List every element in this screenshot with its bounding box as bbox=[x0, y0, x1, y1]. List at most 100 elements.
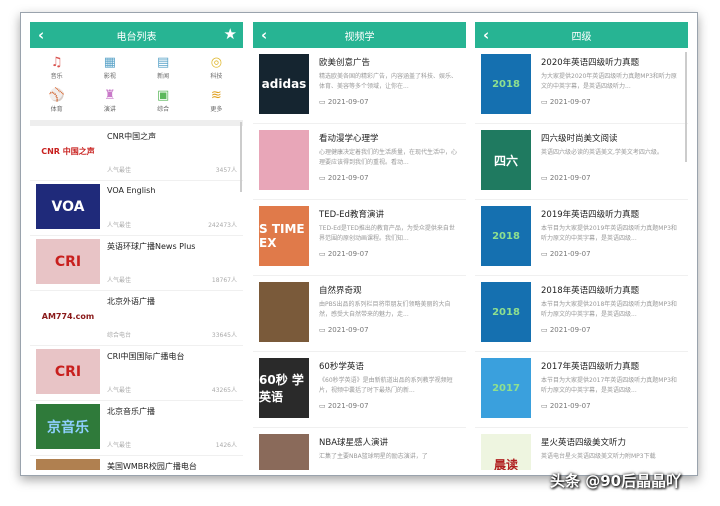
station-tag: 人气最佳 bbox=[107, 387, 132, 394]
album-cover: 四六 bbox=[481, 130, 531, 190]
station-logo: CRI bbox=[36, 239, 100, 284]
album-info: 2018年英语四级听力真题本节目为大家提供2018年英语四级听力真题MP3和听力… bbox=[531, 282, 682, 345]
date-text: 2021-09-07 bbox=[549, 402, 591, 410]
date-text: 2021-09-07 bbox=[549, 250, 591, 258]
station-info: 北京音乐广播 人气最佳 1426人 bbox=[100, 404, 237, 452]
category-2[interactable]: ▤ 新闻 bbox=[137, 54, 190, 87]
album-description: 《60秒学英语》是由新航道出品的系列教学视频短片，视频中囊括了时下最热门的新..… bbox=[319, 377, 453, 394]
station-title: 美国WMBR校园广播电台 bbox=[107, 462, 197, 470]
station-meta: 人气最佳 3457人 bbox=[107, 165, 237, 174]
station-meta: 人气最佳 43265人 bbox=[107, 385, 237, 394]
album-cover: 60秒 学英语 bbox=[259, 358, 309, 418]
album-item[interactable]: S TIME EX TED-Ed教育演讲 TED-Ed是TED推出的教育产品，为受众… bbox=[253, 200, 466, 276]
cover-text: 2018 bbox=[492, 230, 520, 242]
album-cover: adidas bbox=[259, 54, 309, 114]
album-item[interactable]: 自然界奇观 由PBS出品的系列栏目将带朋友们领略美丽的大自然，感受大自然带来的魅力… bbox=[253, 276, 466, 352]
category-label: 新闻 bbox=[157, 73, 170, 80]
album-description: 本节目为大家提供2019年英语四级听力真题MP3和听力原文的中英字幕，是英语四级… bbox=[541, 225, 677, 242]
station-logo: AM774.com bbox=[36, 294, 100, 339]
station-tag: 综合电台 bbox=[107, 332, 132, 339]
album-cover: 晨读 bbox=[481, 434, 531, 470]
album-item[interactable]: 晨读 星火英语四级美文听力 英语电台星火英语四级美文听力附MP3下载 bbox=[475, 428, 688, 470]
listener-count: 43265人 bbox=[211, 387, 237, 394]
date-text: 2021-09-07 bbox=[327, 250, 369, 258]
radio-list-screen: ‹ 电台列表 ★ ♫ 音乐 ▦ 影视 ▤ 新闻 ◎ 科技 ⚾ 体育 ♜ 演讲 ▣ 综合 ≋ 更多 CNR 中国… bbox=[30, 22, 243, 470]
album-title: 2018年英语四级听力真题 bbox=[541, 286, 640, 296]
album-title: 2020年英语四级听力真题 bbox=[541, 58, 640, 68]
page-title: 电台列表 bbox=[116, 31, 157, 43]
album-info: 2019年英语四级听力真题 本节目为大家提供2019年英语四级听力真题MP3和听力… bbox=[531, 206, 682, 269]
listener-count: 242473人 bbox=[208, 222, 237, 229]
calendar-icon: ▭ bbox=[319, 326, 328, 334]
album-date: ▭ 2021-09-07 bbox=[319, 326, 460, 334]
cover-text: 2018 bbox=[492, 306, 520, 318]
category-label: 影视 bbox=[103, 73, 116, 80]
album-item[interactable]: 2017 2017年英语四级听力真题 本节目为大家提供2017年英语四级听力真题MP… bbox=[475, 352, 688, 428]
back-icon[interactable]: ‹ bbox=[483, 26, 489, 44]
album-date: ▭ 2021-09-07 bbox=[319, 402, 460, 410]
album-info: 欧美创意广告 精选欧美各国的精彩广告，内容涵盖了科技、娱乐、体育、美容等多个领域，… bbox=[309, 54, 460, 117]
calendar-icon: ▭ bbox=[541, 326, 550, 334]
album-item[interactable]: 四六 四六级时尚美文阅读 英语四六级必读的英语美文,学美文考四六级。 ▭ 2021-0… bbox=[475, 124, 688, 200]
category-3[interactable]: ◎ 科技 bbox=[190, 54, 243, 87]
category-5[interactable]: ♜ 演讲 bbox=[83, 87, 136, 120]
album-item[interactable]: 看动漫学心理学 心理健康决定着我们的生活质量，在现代生活中，心理要应该得到我们的重… bbox=[253, 124, 466, 200]
date-text: 2021-09-07 bbox=[549, 326, 591, 334]
album-title: 四六级时尚美文阅读 bbox=[541, 134, 618, 144]
layers-icon: ≋ bbox=[210, 88, 222, 103]
album-info: 2020年英语四级听力真题 为大家提供2020年英语四级听力真题MP3和听力原文的… bbox=[531, 54, 682, 117]
station-item[interactable]: VOA VOA English 人气最佳 242473人 bbox=[30, 181, 243, 236]
album-item[interactable]: 60秒 学英语 60秒学英语 《60秒学英语》是由新航道出品的系列教学视频短片，视频… bbox=[253, 352, 466, 428]
album-info: 四六级时尚美文阅读 英语四六级必读的英语美文,学美文考四六级。 ▭ 2021-09-… bbox=[531, 130, 682, 193]
album-item[interactable]: 2018 2020年英语四级听力真题 为大家提供2020年英语四级听力真题MP3和听… bbox=[475, 48, 688, 124]
header: ‹ 视频学 bbox=[253, 22, 466, 48]
album-info: 自然界奇观 由PBS出品的系列栏目将带朋友们领略美丽的大自然，感受大自然带来的魅力… bbox=[309, 282, 460, 345]
film-icon: ▦ bbox=[103, 55, 117, 70]
station-meta: 综合电台 33645人 bbox=[107, 330, 237, 339]
category-4[interactable]: ⚾ 体育 bbox=[30, 87, 83, 120]
album-info: 星火英语四级美文听力 英语电台星火英语四级美文听力附MP3下载 bbox=[531, 434, 682, 470]
album-list: 2018 2020年英语四级听力真题 为大家提供2020年英语四级听力真题MP3和听… bbox=[475, 48, 688, 470]
calendar-icon: ▭ bbox=[319, 98, 328, 106]
station-item[interactable]: CNR 中国之声 CNR中国之声 人气最佳 3457人 bbox=[30, 126, 243, 181]
category-7[interactable]: ≋ 更多 bbox=[190, 87, 243, 120]
album-title: 星火英语四级美文听力 bbox=[541, 438, 627, 448]
album-cover bbox=[259, 130, 309, 190]
station-info: VOA English 人气最佳 242473人 bbox=[100, 184, 237, 232]
calendar-icon: ▭ bbox=[319, 174, 328, 182]
station-item[interactable]: CRI 英语环球广播News Plus 人气最佳 18767人 bbox=[30, 236, 243, 291]
category-1[interactable]: ▦ 影视 bbox=[83, 54, 136, 87]
category-0[interactable]: ♫ 音乐 bbox=[30, 54, 83, 87]
cover-text: 2017 bbox=[492, 382, 520, 394]
album-item[interactable]: adidas 欧美创意广告 精选欧美各国的精彩广告，内容涵盖了科技、娱乐、体育、美容… bbox=[253, 48, 466, 124]
album-item[interactable]: 2018 2019年英语四级听力真题 本节目为大家提供2019年英语四级听力真题MP… bbox=[475, 200, 688, 276]
album-item[interactable]: 2018 2018年英语四级听力真题本节目为大家提供2018年英语四级听力真题MP… bbox=[475, 276, 688, 352]
station-item[interactable]: AM774.com 北京外语广播 综合电台 33645人 bbox=[30, 291, 243, 346]
album-cover: 2017 bbox=[481, 358, 531, 418]
station-item[interactable]: 美国WMBR校园广播电台 bbox=[30, 456, 243, 470]
date-text: 2021-09-07 bbox=[549, 98, 591, 106]
video-learning-screen: ‹ 视频学 adidas 欧美创意广告 精选欧美各国的精彩广告，内容涵盖了科技、娱乐… bbox=[253, 22, 466, 470]
scrollbar[interactable] bbox=[685, 52, 687, 162]
date-text: 2021-09-07 bbox=[327, 98, 369, 106]
music-icon: ♫ bbox=[50, 55, 63, 70]
station-tag: 人气最佳 bbox=[107, 442, 132, 449]
watermark: 头条 @90后晶晶吖 bbox=[550, 472, 682, 490]
station-tag: 人气最佳 bbox=[107, 222, 132, 229]
station-title: 北京音乐广播 bbox=[107, 407, 155, 416]
star-icon[interactable]: ★ bbox=[224, 25, 237, 43]
station-item[interactable]: 京音乐 北京音乐广播 人气最佳 1426人 bbox=[30, 401, 243, 456]
station-meta: 人气最佳 18767人 bbox=[107, 275, 237, 284]
album-date: ▭ 2021-09-07 bbox=[319, 250, 460, 258]
back-icon[interactable]: ‹ bbox=[38, 26, 44, 44]
category-6[interactable]: ▣ 综合 bbox=[137, 87, 190, 120]
album-date: ▭ 2021-09-07 bbox=[319, 174, 460, 182]
album-item[interactable]: NBA球星感人演讲 汇集了主要NBA篮球明星的励志演讲，了 bbox=[253, 428, 466, 470]
album-title: NBA球星感人演讲 bbox=[319, 438, 389, 448]
back-icon[interactable]: ‹ bbox=[261, 26, 267, 44]
category-label: 综合 bbox=[157, 106, 170, 113]
album-description: 本节目为大家提供2018年英语四级听力真题MP3和听力原文的中英字幕，是英语四级… bbox=[541, 301, 677, 318]
scrollbar[interactable] bbox=[240, 122, 242, 192]
date-text: 2021-09-07 bbox=[327, 174, 369, 182]
station-item[interactable]: CRI CRI中国国际广播电台 人气最佳 43265人 bbox=[30, 346, 243, 401]
